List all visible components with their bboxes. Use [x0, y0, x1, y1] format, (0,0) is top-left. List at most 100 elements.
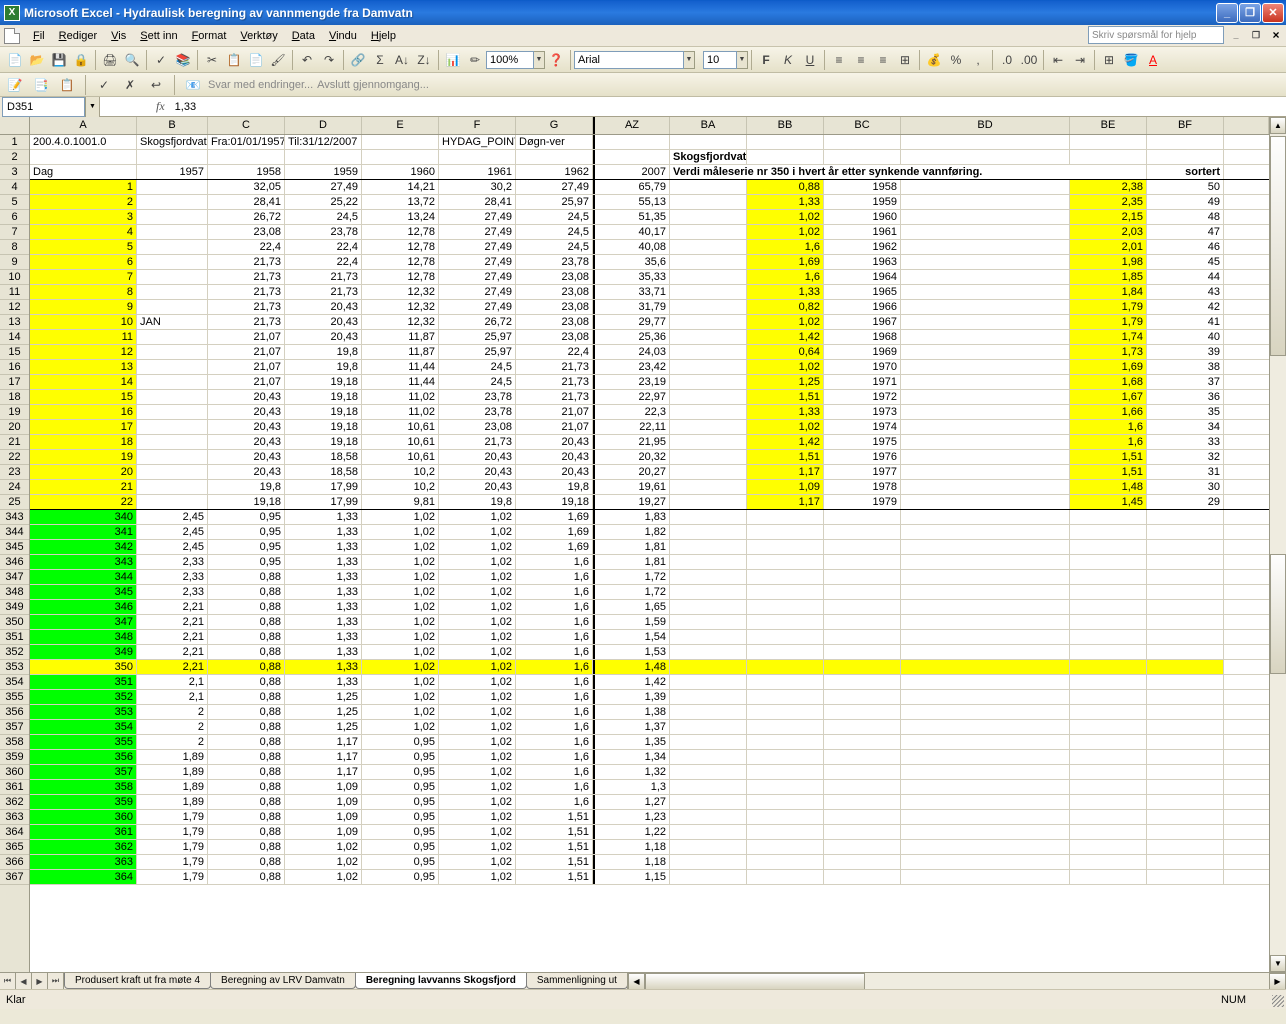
cell[interactable]: [901, 390, 1070, 404]
cell[interactable]: 1960: [824, 210, 901, 224]
cell[interactable]: 1970: [824, 360, 901, 374]
cell[interactable]: 20,43: [516, 450, 593, 464]
cell[interactable]: 3: [30, 210, 137, 224]
row-header-348[interactable]: 348: [0, 585, 29, 600]
cell[interactable]: [670, 555, 747, 569]
cell[interactable]: 10,2: [362, 480, 439, 494]
cell[interactable]: 2,33: [137, 585, 208, 599]
cell[interactable]: 0,88: [208, 615, 285, 629]
cell[interactable]: 24,5: [439, 360, 516, 374]
cell[interactable]: 27,49: [439, 255, 516, 269]
cell[interactable]: 0,88: [747, 180, 824, 194]
cell[interactable]: 1,51: [747, 390, 824, 404]
cell[interactable]: [824, 720, 901, 734]
cell[interactable]: [901, 645, 1070, 659]
cell[interactable]: [1147, 660, 1224, 674]
cell[interactable]: [747, 570, 824, 584]
cell[interactable]: 1,6: [516, 570, 593, 584]
cell[interactable]: 10,61: [362, 435, 439, 449]
cell[interactable]: 32,05: [208, 180, 285, 194]
menu-data[interactable]: Data: [285, 27, 322, 45]
row-header-363[interactable]: 363: [0, 810, 29, 825]
cell[interactable]: [901, 300, 1070, 314]
name-box-dropdown[interactable]: ▼: [85, 97, 99, 117]
cell[interactable]: 1,02: [747, 360, 824, 374]
cell[interactable]: [901, 210, 1070, 224]
cell[interactable]: 0,95: [362, 750, 439, 764]
row-header-343[interactable]: 343: [0, 510, 29, 525]
cell[interactable]: [137, 180, 208, 194]
italic-icon[interactable]: K: [777, 49, 799, 71]
cell[interactable]: [901, 615, 1070, 629]
h-scroll-track[interactable]: ◀ ▶: [627, 973, 1286, 990]
cell[interactable]: 1,09: [285, 780, 362, 794]
cell[interactable]: [901, 465, 1070, 479]
cell[interactable]: 1,69: [516, 540, 593, 554]
cell[interactable]: [747, 705, 824, 719]
cell[interactable]: [747, 630, 824, 644]
row-header-359[interactable]: 359: [0, 750, 29, 765]
cell[interactable]: Fra:01/01/1957 12:00: [208, 135, 285, 149]
cell[interactable]: 0,88: [208, 795, 285, 809]
cell[interactable]: 19,18: [516, 495, 593, 509]
cell[interactable]: 1,02: [362, 555, 439, 569]
col-header-BA[interactable]: BA: [670, 117, 747, 134]
align-left-icon[interactable]: ≡: [828, 49, 850, 71]
cell[interactable]: 0,95: [208, 540, 285, 554]
cell[interactable]: [824, 840, 901, 854]
cell[interactable]: 0,88: [208, 780, 285, 794]
cell[interactable]: [824, 675, 901, 689]
cell[interactable]: [901, 855, 1070, 869]
row-header-25[interactable]: 25: [0, 495, 29, 510]
cell[interactable]: [670, 390, 747, 404]
cell[interactable]: 11,44: [362, 375, 439, 389]
cell[interactable]: 1,39: [593, 690, 670, 704]
cell[interactable]: [1147, 795, 1224, 809]
reply-with-changes-icon[interactable]: 📧: [182, 74, 204, 96]
cell[interactable]: 27,49: [439, 285, 516, 299]
col-header-B[interactable]: B: [137, 117, 208, 134]
cell[interactable]: 19,18: [208, 495, 285, 509]
cell[interactable]: 1,02: [747, 420, 824, 434]
cell[interactable]: [747, 795, 824, 809]
cell[interactable]: 1,02: [439, 630, 516, 644]
cell[interactable]: 22,4: [516, 345, 593, 359]
col-header-D[interactable]: D: [285, 117, 362, 134]
cell[interactable]: 27,49: [439, 270, 516, 284]
cell[interactable]: [137, 270, 208, 284]
cell[interactable]: 1,79: [137, 825, 208, 839]
cell[interactable]: 2,35: [1070, 195, 1147, 209]
cell[interactable]: 10,2: [362, 465, 439, 479]
cell[interactable]: [1070, 630, 1147, 644]
cell[interactable]: 1,33: [285, 585, 362, 599]
cell[interactable]: [824, 510, 901, 524]
cell[interactable]: 35: [1147, 405, 1224, 419]
cell[interactable]: 1,6: [516, 660, 593, 674]
cell[interactable]: [670, 540, 747, 554]
row-header-346[interactable]: 346: [0, 555, 29, 570]
align-right-icon[interactable]: ≡: [872, 49, 894, 71]
cell[interactable]: 1959: [285, 165, 362, 179]
cell[interactable]: 8: [30, 285, 137, 299]
cell[interactable]: 1,6: [516, 795, 593, 809]
open-icon[interactable]: 📂: [26, 49, 48, 71]
cell[interactable]: 1,33: [747, 405, 824, 419]
cell[interactable]: [1147, 720, 1224, 734]
cell[interactable]: 1,02: [439, 525, 516, 539]
fx-button[interactable]: fx: [150, 99, 171, 114]
cell[interactable]: Skogsfjordvatnet 1958-2007: [670, 150, 747, 164]
cell[interactable]: [824, 585, 901, 599]
cell[interactable]: 1,02: [362, 540, 439, 554]
cell[interactable]: [670, 720, 747, 734]
cell[interactable]: 22,4: [285, 240, 362, 254]
cell[interactable]: 46: [1147, 240, 1224, 254]
cell[interactable]: 1,25: [285, 690, 362, 704]
cell[interactable]: [137, 225, 208, 239]
cell[interactable]: Døgn-ver: [516, 135, 593, 149]
name-box[interactable]: D351 ▼: [0, 97, 100, 117]
cell[interactable]: [824, 630, 901, 644]
cell[interactable]: [362, 135, 439, 149]
cell[interactable]: 346: [30, 600, 137, 614]
cell[interactable]: 1,17: [285, 735, 362, 749]
cell[interactable]: 2: [30, 195, 137, 209]
